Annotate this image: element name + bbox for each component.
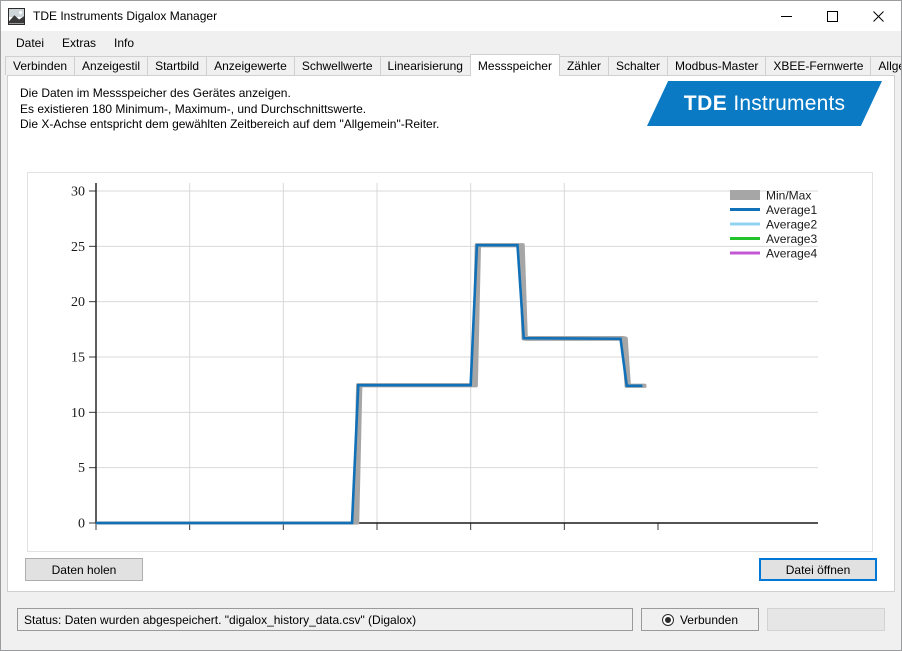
window-controls <box>763 1 901 31</box>
tab-panel-messspeicher: Die Daten im Messspeicher des Gerätes an… <box>7 75 895 592</box>
tab-schwellwerte[interactable]: Schwellwerte <box>293 56 381 75</box>
minmax-band <box>96 243 647 525</box>
title-bar: TDE Instruments Digalox Manager <box>1 1 901 31</box>
minimize-icon <box>780 15 792 17</box>
tab-verbinden[interactable]: Verbinden <box>5 56 76 75</box>
maximize-icon <box>826 10 838 22</box>
window-title: TDE Instruments Digalox Manager <box>33 9 218 23</box>
tab-xbee-fernwerte[interactable]: XBEE-Fernwerte <box>765 56 872 75</box>
connection-status-label: Verbunden <box>679 612 739 627</box>
tab-linearisierung[interactable]: Linearisierung <box>379 56 471 75</box>
fetch-data-button[interactable]: Daten holen <box>25 558 143 581</box>
measurement-chart: 0 5 10 15 20 25 30 Min/Max Average1 Average2 Avera… <box>27 172 873 552</box>
description-line-3: Die X-Achse entspricht dem gewählten Zei… <box>20 117 440 131</box>
tab-schalter[interactable]: Schalter <box>607 56 668 75</box>
tab-startbild[interactable]: Startbild <box>147 56 208 75</box>
chart-svg: 051015202530 Min/MaxAverage1Average2Avera… <box>71 183 818 532</box>
minimize-button[interactable] <box>763 1 809 31</box>
spare-status-field <box>767 608 885 631</box>
legend-label-average1: Average1 <box>766 203 817 217</box>
tab-strip: Verbinden Anzeigestil Startbild Anzeigew… <box>1 54 901 76</box>
series-average1 <box>96 243 643 525</box>
status-bar: Status: Daten wurden abgespeichert. "dig… <box>1 599 901 650</box>
tab-anzeigewerte[interactable]: Anzeigewerte <box>206 56 295 75</box>
open-file-button[interactable]: Datei öffnen <box>759 558 877 581</box>
tab-zaehler[interactable]: Zähler <box>558 56 609 75</box>
menu-item-datei[interactable]: Datei <box>7 33 53 53</box>
y-tick-label: 15 <box>71 351 85 366</box>
description-line-1: Die Daten im Messspeicher des Gerätes an… <box>20 86 291 100</box>
tab-modbus-master[interactable]: Modbus-Master <box>667 56 767 75</box>
y-tick-label: 25 <box>71 240 85 255</box>
tab-messspeicher[interactable]: Messspeicher <box>469 54 560 76</box>
application-window: TDE Instruments Digalox Manager Datei Ex… <box>0 0 902 651</box>
menu-item-extras[interactable]: Extras <box>53 33 105 53</box>
logo-light-text: Instruments <box>733 91 846 115</box>
close-icon <box>872 10 884 22</box>
y-tick-label: 30 <box>71 185 85 200</box>
legend-label-min-max: Min/Max <box>766 189 811 203</box>
menu-item-info[interactable]: Info <box>105 33 143 53</box>
legend-label-average2: Average2 <box>766 218 817 232</box>
description-text: Die Daten im Messspeicher des Gerätes an… <box>20 86 439 133</box>
y-tick-label: 10 <box>71 406 85 421</box>
status-message: Status: Daten wurden abgespeichert. "dig… <box>17 608 633 631</box>
legend-label-average4: Average4 <box>766 247 817 261</box>
radio-filled-icon <box>661 613 674 626</box>
app-picture-icon <box>8 7 25 25</box>
connection-status-button[interactable]: Verbunden <box>641 608 759 631</box>
tde-instruments-logo: TDE Instruments <box>647 81 882 126</box>
logo-bold-text: TDE <box>683 91 728 115</box>
tab-anzeigestil[interactable]: Anzeigestil <box>74 56 149 75</box>
legend-label-average3: Average3 <box>766 232 817 246</box>
description-line-2: Es existieren 180 Minimum-, Maximum-, un… <box>20 101 367 116</box>
y-tick-label: 5 <box>78 461 85 476</box>
y-tick-label: 0 <box>78 517 85 532</box>
tab-allgemein[interactable]: Allgemein <box>870 56 901 75</box>
maximize-button[interactable] <box>809 1 855 31</box>
menu-bar: Datei Extras Info <box>1 31 901 54</box>
y-tick-label: 20 <box>71 295 85 310</box>
legend-swatch-minmax <box>730 190 760 200</box>
close-button[interactable] <box>855 1 901 31</box>
